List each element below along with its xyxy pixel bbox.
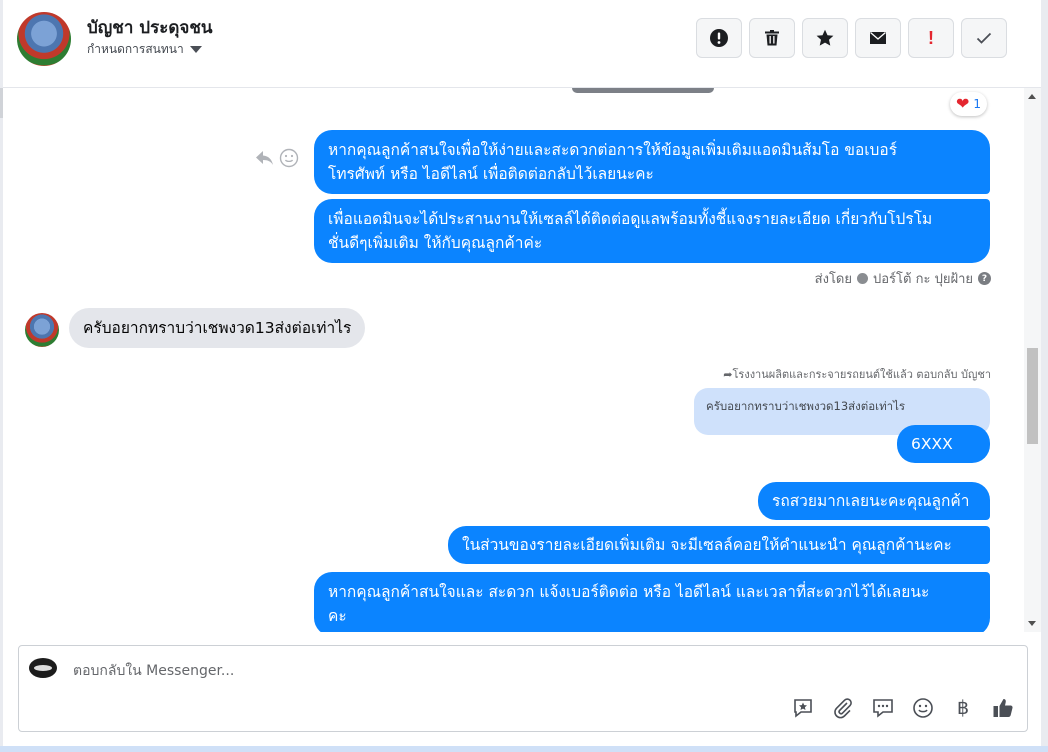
page-avatar: [29, 658, 57, 678]
reply-arrow-icon: ➦: [723, 368, 733, 381]
checkmark-icon: [976, 32, 992, 44]
react-emoji-icon[interactable]: [279, 148, 299, 173]
outgoing-message[interactable]: เพื่อแอดมินจะได้ประสานงานให้เซลล์ได้ติดต…: [314, 199, 990, 263]
incoming-message[interactable]: ครับอยากทราบว่าเชพงวด13ส่งต่อเท่าไร: [69, 308, 366, 348]
scrollbar-thumb[interactable]: [1027, 348, 1038, 444]
header-toolbar: !: [696, 18, 1007, 58]
scroll-up-icon[interactable]: [1028, 94, 1036, 99]
sent-by-name: ปอร์โต้ กะ ปุยฝ้าย: [873, 272, 973, 287]
conversation-panel: บัญชา ประดุจชน กำหนดการสนทนา ! ❤ 1 หากคุ…: [3, 0, 1041, 746]
caret-down-icon: [189, 46, 202, 53]
conversation-header: บัญชา ประดุจชน กำหนดการสนทนา !: [3, 0, 1041, 88]
reply-icon[interactable]: [255, 149, 275, 172]
trash-icon: [765, 30, 779, 46]
reply-context-text: โรงงานผลิตและกระจายรถยนต์ใช้แล้ว ตอบกลับ…: [732, 368, 992, 381]
message-line: โทรศัพท์ หรือ ไอดีไลน์ เพื่อติดต่อกลับไว…: [328, 165, 654, 183]
star-icon: [816, 29, 834, 46]
emoji-icon[interactable]: [909, 694, 937, 722]
schedule-label: กำหนดการสนทนา: [87, 42, 184, 56]
message-line: หากคุณลูกค้าสนใจและ สะดวก แจ้งเบอร์ติดต่…: [328, 583, 930, 601]
sent-by-label: ส่งโดย: [814, 272, 852, 287]
heart-icon: ❤: [956, 94, 970, 113]
help-icon[interactable]: ?: [978, 272, 991, 285]
red-exclamation-icon: !: [928, 27, 934, 48]
outgoing-message[interactable]: หากคุณลูกค้าสนใจและ สะดวก แจ้งเบอร์ติดต่…: [314, 572, 990, 632]
chat-bubbles-icon[interactable]: [869, 694, 897, 722]
message-line: เพื่อแอดมินจะได้ประสานงานให้เซลล์ได้ติดต…: [328, 210, 933, 228]
contact-avatar[interactable]: [17, 12, 71, 66]
baht-icon[interactable]: ฿: [949, 694, 977, 722]
message-composer: ฿: [18, 645, 1028, 732]
thumbs-up-icon[interactable]: [989, 694, 1017, 722]
contact-name[interactable]: บัญชา ประดุจชน: [87, 14, 213, 41]
outgoing-message[interactable]: ในส่วนของรายละเอียดเพิ่มเติม จะมีเซลล์คอ…: [448, 526, 990, 564]
conversation-schedule-dropdown[interactable]: กำหนดการสนทนา: [87, 40, 202, 59]
message-thread: ❤ 1 หากคุณลูกค้าสนใจเพื่อให้ง่ายและสะดวก…: [3, 88, 1041, 632]
report-spam-button[interactable]: [696, 18, 742, 58]
page-badge-icon: [857, 273, 868, 284]
mark-unread-button[interactable]: [855, 18, 901, 58]
reply-input[interactable]: [73, 660, 673, 682]
mark-done-button[interactable]: [961, 18, 1007, 58]
message-line: หากคุณลูกค้าสนใจเพื่อให้ง่ายและสะดวกต่อก…: [328, 141, 898, 159]
reply-context-label: ➦โรงงานผลิตและกระจายรถยนต์ใช้แล้ว ตอบกลั…: [723, 365, 991, 383]
attachment-icon[interactable]: [829, 694, 857, 722]
scroll-down-icon[interactable]: [1028, 621, 1036, 626]
delete-button[interactable]: [749, 18, 795, 58]
contact-avatar-small[interactable]: [25, 313, 59, 347]
outgoing-message[interactable]: รถสวยมากเลยนะคะคุณลูกค้า: [758, 482, 990, 520]
message-actions: [255, 148, 299, 173]
sent-by-info: ส่งโดย ปอร์โต้ กะ ปุยฝ้าย ?: [815, 268, 991, 289]
image-attachment-peek[interactable]: [572, 88, 714, 93]
outgoing-message[interactable]: 6XXX ค่ะ: [897, 425, 990, 491]
reaction-count: 1: [973, 97, 982, 111]
message-line: ชั่นดีๆเพิ่มเติม ให้กับคุณลูกค้าค่ะ: [328, 234, 543, 252]
window-bottom-strip: [0, 746, 1048, 752]
thread-scrollbar[interactable]: [1024, 88, 1041, 632]
saved-reply-icon[interactable]: [789, 694, 817, 722]
message-reaction[interactable]: ❤ 1: [950, 92, 988, 116]
message-line: คะ: [328, 607, 347, 625]
envelope-icon: [870, 32, 886, 44]
composer-tools: ฿: [789, 694, 1017, 722]
star-button[interactable]: [802, 18, 848, 58]
important-button[interactable]: !: [908, 18, 954, 58]
outgoing-message[interactable]: หากคุณลูกค้าสนใจเพื่อให้ง่ายและสะดวกต่อก…: [314, 130, 990, 194]
exclamation-circle-icon: [710, 29, 728, 47]
